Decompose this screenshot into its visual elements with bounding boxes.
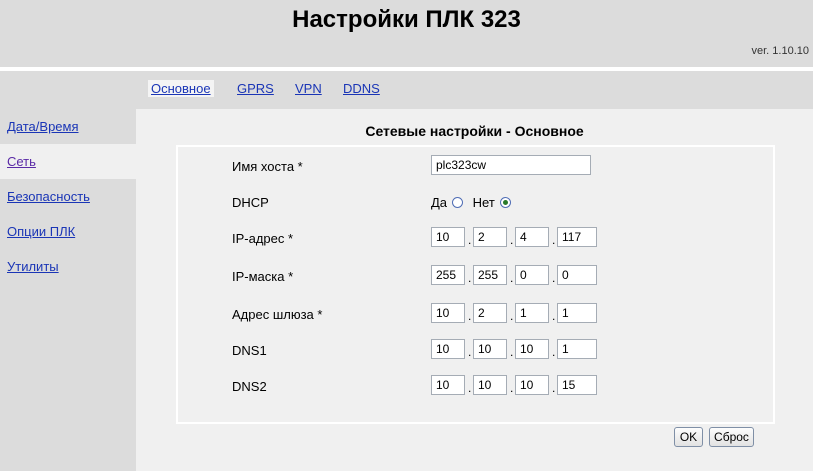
sidebar-item-label[interactable]: Безопасность (7, 189, 90, 204)
octet-separator: . (468, 233, 472, 247)
dns2-octet-2[interactable] (473, 375, 507, 395)
mask-octet-2[interactable] (473, 265, 507, 285)
octet-separator: . (510, 345, 514, 359)
octet-separator: . (510, 233, 514, 247)
mask-octet-4[interactable] (557, 265, 597, 285)
octet-separator: . (468, 345, 472, 359)
tab-gprs[interactable]: GPRS (237, 81, 274, 96)
octet-separator: . (468, 381, 472, 395)
dhcp-yes-radio[interactable] (452, 197, 464, 208)
ip-octet-1[interactable] (431, 227, 465, 247)
dns1-octet-3[interactable] (515, 339, 549, 359)
gateway-label: Адрес шлюза * (232, 307, 323, 322)
octet-separator: . (510, 271, 514, 285)
dns2-label: DNS2 (232, 379, 267, 394)
dns1-octet-1[interactable] (431, 339, 465, 359)
dhcp-group: Да Нет (431, 195, 511, 210)
gateway-octet-3[interactable] (515, 303, 549, 323)
gateway-octet-2[interactable] (473, 303, 507, 323)
ip-octet-3[interactable] (515, 227, 549, 247)
reset-button[interactable]: Сброс (709, 427, 754, 447)
section-title: Сетевые настройки - Основное (365, 123, 584, 139)
dhcp-yes-label: Да (431, 195, 448, 210)
sidebar-item-utilities[interactable]: Утилиты (0, 249, 136, 284)
dhcp-no-label: Нет (472, 195, 495, 210)
tab-bar: Основное GPRS VPN DDNS (136, 71, 813, 109)
octet-separator: . (468, 309, 472, 323)
ip-octet-4[interactable] (557, 227, 597, 247)
dns1-label: DNS1 (232, 343, 267, 358)
dns1-octet-2[interactable] (473, 339, 507, 359)
dns2-octet-4[interactable] (557, 375, 597, 395)
main-content: Сетевые настройки - Основное Имя хоста *… (136, 109, 813, 471)
mask-label: IP-маска * (232, 269, 294, 284)
octet-separator: . (510, 381, 514, 395)
sidebar: Дата/Время Сеть Безопасность Опции ПЛК У… (0, 71, 136, 471)
sidebar-item-label[interactable]: Утилиты (7, 259, 59, 274)
tab-ddns[interactable]: DDNS (343, 81, 380, 96)
hostname-input[interactable] (431, 155, 591, 175)
mask-octet-1[interactable] (431, 265, 465, 285)
header-bar: Настройки ПЛК 323 ver. 1.10.10 (0, 0, 813, 67)
dns2-octet-3[interactable] (515, 375, 549, 395)
ok-button[interactable]: OK (674, 427, 703, 447)
octet-separator: . (552, 271, 556, 285)
hostname-label: Имя хоста * (232, 159, 303, 174)
sidebar-item-label[interactable]: Опции ПЛК (7, 224, 75, 239)
sidebar-item-datetime[interactable]: Дата/Время (0, 109, 136, 144)
octet-separator: . (468, 271, 472, 285)
gateway-octet-4[interactable] (557, 303, 597, 323)
octet-separator: . (552, 381, 556, 395)
dhcp-label: DHCP (232, 195, 269, 210)
tab-vpn[interactable]: VPN (295, 81, 322, 96)
sidebar-item-label[interactable]: Дата/Время (7, 119, 79, 134)
mask-octet-3[interactable] (515, 265, 549, 285)
sidebar-item-network[interactable]: Сеть (0, 144, 136, 179)
ip-label: IP-адрес * (232, 231, 294, 246)
octet-separator: . (552, 233, 556, 247)
settings-form: Имя хоста * DHCP Да Нет IP-адрес * . . .… (176, 145, 775, 424)
octet-separator: . (552, 309, 556, 323)
octet-separator: . (552, 345, 556, 359)
dns1-octet-4[interactable] (557, 339, 597, 359)
dns2-octet-1[interactable] (431, 375, 465, 395)
dhcp-no-radio[interactable] (499, 197, 511, 208)
sidebar-item-security[interactable]: Безопасность (0, 179, 136, 214)
page-title: Настройки ПЛК 323 (292, 6, 521, 33)
gateway-octet-1[interactable] (431, 303, 465, 323)
version-label: ver. 1.10.10 (751, 45, 810, 57)
ip-octet-2[interactable] (473, 227, 507, 247)
octet-separator: . (510, 309, 514, 323)
sidebar-item-label[interactable]: Сеть (7, 154, 36, 169)
sidebar-item-plc-options[interactable]: Опции ПЛК (0, 214, 136, 249)
tab-basic[interactable]: Основное (148, 80, 214, 97)
